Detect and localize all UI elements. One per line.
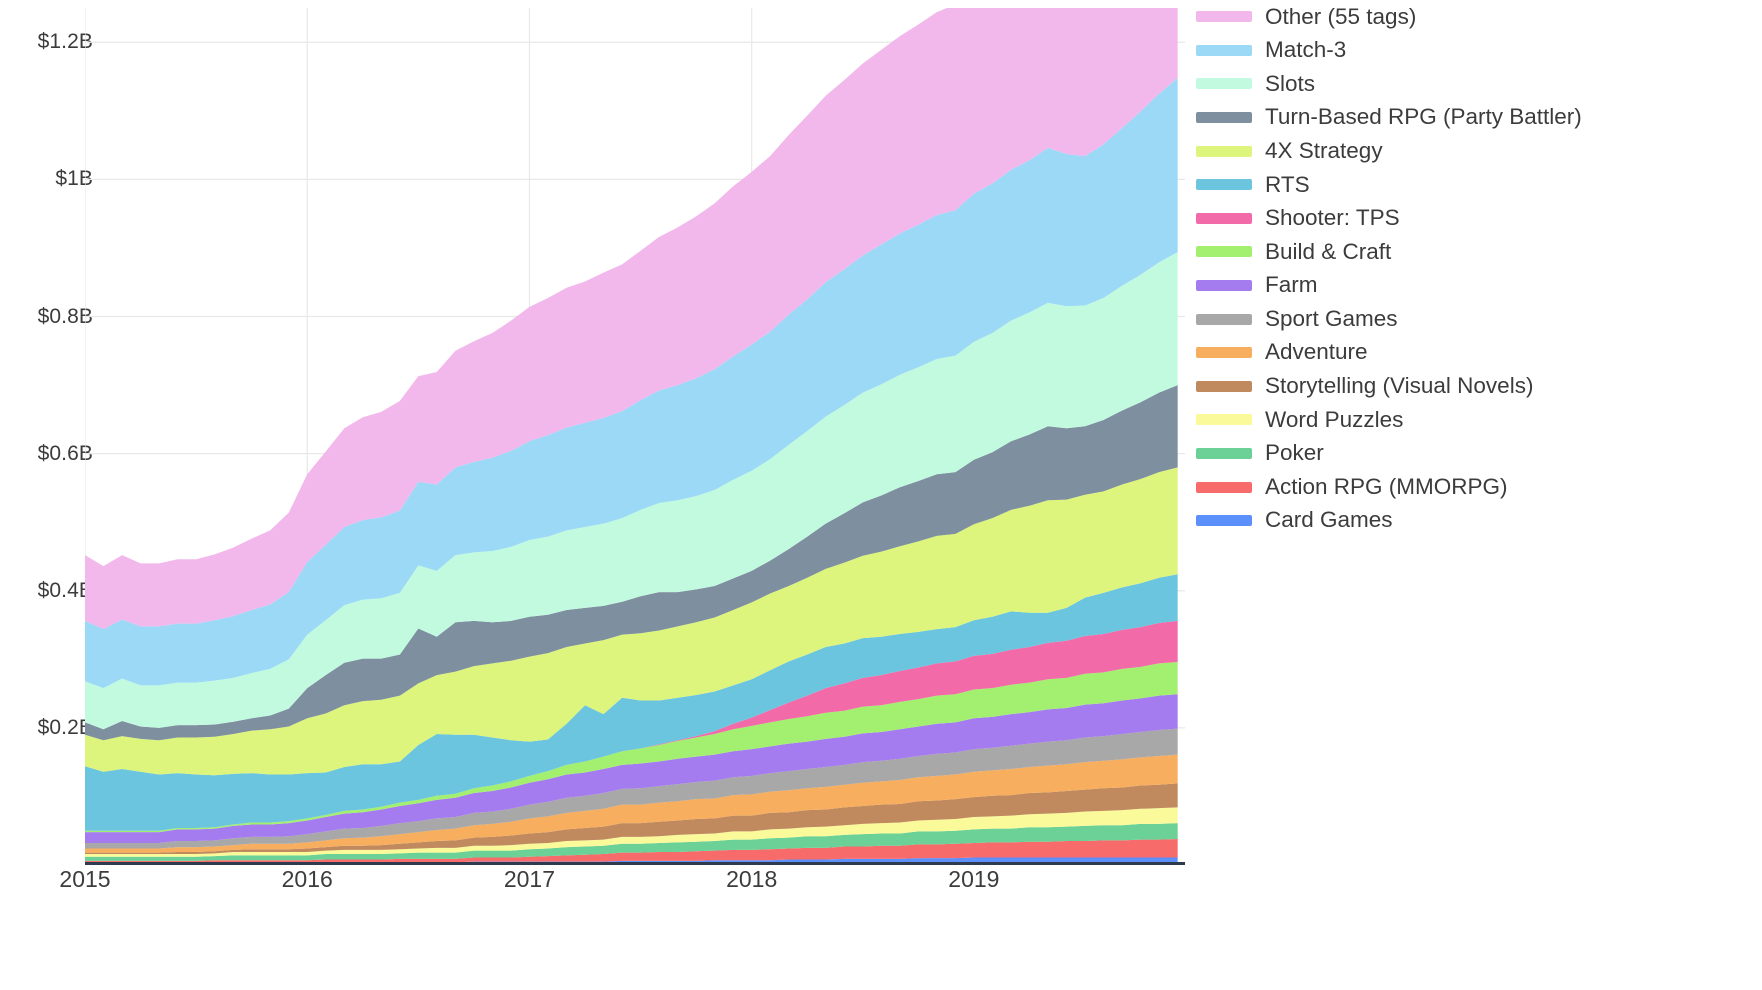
- legend-item-label: Match-3: [1265, 37, 1347, 63]
- legend-item[interactable]: Slots: [1196, 67, 1762, 101]
- legend-item[interactable]: Build & Craft: [1196, 235, 1762, 269]
- area-series-group: [85, 8, 1178, 865]
- legend-item[interactable]: Farm: [1196, 269, 1762, 303]
- legend-item[interactable]: Storytelling (Visual Novels): [1196, 370, 1762, 404]
- legend-swatch-icon: [1196, 347, 1252, 359]
- x-axis-tick-label: 2015: [59, 866, 111, 892]
- legend-item[interactable]: Adventure: [1196, 336, 1762, 370]
- legend-item[interactable]: Action RPG (MMORPG): [1196, 470, 1762, 504]
- legend-item-label: RTS: [1265, 171, 1310, 197]
- legend-item-label: Turn-Based RPG (Party Battler): [1265, 104, 1582, 130]
- legend-item-label: Build & Craft: [1265, 238, 1392, 264]
- x-axis-tick-label: 2019: [948, 866, 1000, 892]
- x-axis-tick-label: 2016: [281, 866, 333, 892]
- legend-swatch-icon: [1196, 78, 1252, 90]
- legend-item[interactable]: Card Games: [1196, 504, 1762, 538]
- legend-swatch-icon: [1196, 212, 1252, 224]
- legend-item-label: 4X Strategy: [1265, 137, 1383, 163]
- plot-svg: [85, 8, 1185, 865]
- legend-swatch-icon: [1196, 481, 1252, 493]
- x-axis-tick-label: 2017: [503, 866, 556, 892]
- legend-swatch-icon: [1196, 179, 1252, 191]
- legend-item[interactable]: Other (55 tags): [1196, 0, 1762, 34]
- legend-swatch-icon: [1196, 414, 1252, 426]
- legend-item[interactable]: Poker: [1196, 437, 1762, 471]
- legend-item[interactable]: Turn-Based RPG (Party Battler): [1196, 101, 1762, 135]
- legend-swatch-icon: [1196, 246, 1252, 258]
- legend-item-label: Other (55 tags): [1265, 3, 1417, 29]
- legend-item-label: Sport Games: [1265, 305, 1398, 331]
- chart-legend: Other (55 tags) Match-3 Slots Turn-Based RP…: [1196, 0, 1762, 540]
- legend-swatch-icon: [1196, 11, 1252, 23]
- legend-swatch-icon: [1196, 112, 1252, 124]
- legend-swatch-icon: [1196, 313, 1252, 325]
- legend-item-label: Adventure: [1265, 339, 1368, 365]
- legend-item-label: Word Puzzles: [1265, 406, 1404, 432]
- legend-item-label: Farm: [1265, 272, 1318, 298]
- legend-item[interactable]: RTS: [1196, 168, 1762, 202]
- legend-item-label: Storytelling (Visual Novels): [1265, 373, 1534, 399]
- legend-swatch-icon: [1196, 145, 1252, 157]
- legend-item[interactable]: Sport Games: [1196, 302, 1762, 336]
- legend-item[interactable]: Match-3: [1196, 34, 1762, 68]
- legend-item-label: Action RPG (MMORPG): [1265, 473, 1508, 499]
- legend-swatch-icon: [1196, 44, 1252, 56]
- legend-item-label: Card Games: [1265, 507, 1393, 533]
- chart-container: $1.2B $1B $0.8B $0.6B $0.4B $0.2B 2015 2016 201…: [0, 0, 1190, 990]
- legend-item[interactable]: Shooter: TPS: [1196, 202, 1762, 236]
- legend-item[interactable]: Word Puzzles: [1196, 403, 1762, 437]
- legend-item-label: Shooter: TPS: [1265, 205, 1400, 231]
- legend-item-label: Slots: [1265, 70, 1316, 96]
- legend-swatch-icon: [1196, 515, 1252, 527]
- legend-swatch-icon: [1196, 448, 1252, 460]
- legend-swatch-icon: [1196, 380, 1252, 392]
- legend-swatch-icon: [1196, 280, 1252, 292]
- legend-item-label: Poker: [1265, 440, 1324, 466]
- x-axis-tick-label: 2018: [726, 866, 778, 892]
- stacked-area-plot: [85, 8, 1185, 865]
- legend-item[interactable]: 4X Strategy: [1196, 134, 1762, 168]
